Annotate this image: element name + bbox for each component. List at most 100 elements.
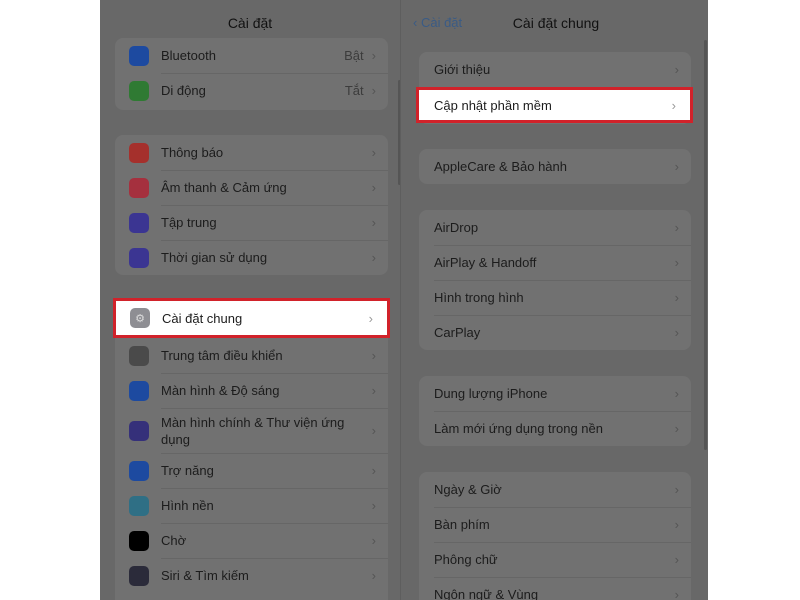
item-label: Siri & Tìm kiếm [161, 568, 249, 583]
settings-item-dung-luong-iphone[interactable]: Dung lượng iPhone › [419, 376, 691, 411]
chevron-right-icon: › [674, 482, 679, 497]
settings-item-bluetooth[interactable]: Bluetooth Bật › [115, 38, 388, 73]
item-label: Chờ [161, 533, 187, 548]
item-label: Di động [161, 83, 206, 98]
settings-item-thong-bao[interactable]: Thông báo › [115, 135, 388, 170]
item-label: Cài đặt chung [162, 310, 243, 326]
item-label: Âm thanh & Cảm ứng [161, 180, 287, 195]
item-label: Trợ năng [161, 463, 214, 478]
chevron-right-icon: › [371, 533, 376, 548]
bluetooth-icon [129, 45, 149, 66]
settings-item-thoi-gian-su-dung[interactable]: Thời gian sử dụng › [115, 240, 388, 275]
item-value: Tắt [344, 83, 364, 98]
settings-item-airdrop[interactable]: AirDrop › [419, 210, 691, 245]
chevron-right-icon: › [371, 463, 376, 478]
general-settings-screen: ‹ Cài đặt Cài đặt chung Giới thiệu › Appl… [400, 0, 708, 600]
scrollbar[interactable] [704, 40, 707, 450]
chevron-right-icon: › [371, 83, 376, 98]
settings-item-tap-trung[interactable]: Tập trung › [115, 205, 388, 240]
chevron-right-icon: › [371, 180, 376, 195]
settings-item-airplay-handoff[interactable]: AirPlay & Handoff › [419, 245, 691, 280]
item-label: Làm mới ứng dụng trong nền [434, 421, 603, 436]
settings-screen: Cài đặt Bluetooth Bật › Di động Tắt › Thông b… [100, 0, 400, 600]
chevron-right-icon: › [368, 310, 373, 326]
chevron-right-icon: › [674, 325, 679, 340]
chevron-right-icon: › [371, 348, 376, 363]
item-label: Giới thiệu [434, 62, 491, 77]
item-label: Trung tâm điều khiển [161, 348, 283, 363]
page-title: Cài đặt chung [512, 15, 600, 31]
cellular-icon [129, 80, 149, 101]
settings-item-phong-chu[interactable]: Phông chữ › [419, 542, 691, 577]
chevron-right-icon: › [371, 48, 376, 63]
page-title: Cài đặt [227, 15, 273, 31]
gear-icon: ⚙ [130, 308, 150, 328]
moon-icon [129, 212, 149, 233]
settings-item-trung-tam-dieu-khien[interactable]: Trung tâm điều khiển › [115, 338, 388, 373]
chevron-right-icon: › [674, 290, 679, 305]
item-label: Hình trong hình [434, 290, 524, 305]
chevron-right-icon: › [371, 215, 376, 230]
control-center-icon [129, 345, 149, 366]
settings-item-gioi-thieu[interactable]: Giới thiệu › [419, 52, 691, 87]
settings-item-am-thanh-cam-ung[interactable]: Âm thanh & Cảm ứng › [115, 170, 388, 205]
chevron-right-icon: › [674, 386, 679, 401]
wallpaper-icon [129, 495, 149, 516]
hourglass-icon [129, 247, 149, 268]
notification-icon [129, 142, 149, 163]
chevron-right-icon: › [371, 568, 376, 583]
chevron-right-icon: › [674, 587, 679, 600]
settings-item-man-hinh-do-sang[interactable]: Màn hình & Độ sáng › [115, 373, 388, 408]
settings-item-carplay[interactable]: CarPlay › [419, 315, 691, 350]
item-label: AirDrop [434, 220, 479, 235]
back-button[interactable]: ‹ Cài đặt [413, 15, 462, 30]
software-update-item[interactable]: Cập nhật phần mềm › [416, 87, 693, 123]
settings-item-di-dong[interactable]: Di động Tắt › [115, 73, 388, 108]
chevron-right-icon: › [671, 97, 676, 113]
item-label: Hình nền [161, 498, 214, 513]
settings-item-hinh-trong-hinh[interactable]: Hình trong hình › [419, 280, 691, 315]
item-label: CarPlay [434, 325, 481, 340]
item-label: Cập nhật phần mềm [434, 97, 552, 113]
settings-item-general[interactable]: ⚙ Cài đặt chung › [113, 298, 390, 338]
chevron-right-icon: › [371, 498, 376, 513]
item-label: Màn hình chính & Thư viện ứng dụng [161, 414, 345, 447]
settings-item-siri-tim-kiem[interactable]: Siri & Tìm kiếm › [115, 558, 388, 593]
sound-icon [129, 177, 149, 198]
settings-item-ngon-ngu-vung[interactable]: Ngôn ngữ & Vùng › [419, 577, 691, 600]
settings-item-applecare-bao-hanh[interactable]: AppleCare & Bảo hành › [419, 149, 691, 184]
settings-item-ngay-gio[interactable]: Ngày & Giờ › [419, 472, 691, 507]
chevron-right-icon: › [371, 145, 376, 160]
settings-item-hinh-nen[interactable]: Hình nền › [115, 488, 388, 523]
item-label: Ngày & Giờ [434, 482, 502, 497]
item-label: Bàn phím [434, 517, 490, 532]
accessibility-icon [129, 460, 149, 481]
chevron-right-icon: › [674, 220, 679, 235]
settings-item-man-hinh-chinh-thu-vien-ung-dung[interactable]: Màn hình chính & Thư viện ứng dụng › [115, 408, 388, 453]
item-value: Bật [344, 48, 364, 63]
settings-item-ban-phim[interactable]: Bàn phím › [419, 507, 691, 542]
group-general: Trung tâm điều khiển › Màn hình & Độ sáng ›… [115, 300, 388, 600]
settings-item-cho[interactable]: Chờ › [115, 523, 388, 558]
chevron-right-icon: › [674, 517, 679, 532]
item-label: Thời gian sử dụng [161, 250, 268, 265]
siri-icon [129, 565, 149, 586]
brightness-icon [129, 380, 149, 401]
chevron-right-icon: › [371, 383, 376, 398]
settings-item-lam-moi-ung-dung-trong-nen[interactable]: Làm mới ứng dụng trong nền › [419, 411, 691, 446]
chevron-right-icon: › [674, 421, 679, 436]
group-datetime: Ngày & Giờ › Bàn phím › Phông chữ › Ngôn ngữ &… [419, 472, 691, 600]
back-label: Cài đặt [420, 15, 463, 30]
settings-item-tro-nang[interactable]: Trợ năng › [115, 453, 388, 488]
group-airdrop: AirDrop › AirPlay & Handoff › Hình trong hìn… [419, 210, 691, 350]
item-label: Tập trung [161, 215, 217, 230]
chevron-right-icon: › [674, 552, 679, 567]
item-label: Màn hình & Độ sáng [161, 383, 280, 398]
item-label: AirPlay & Handoff [434, 255, 537, 270]
group-applecare: AppleCare & Bảo hành › [419, 149, 691, 184]
group-connectivity: Bluetooth Bật › Di động Tắt › [115, 38, 388, 110]
item-label: Thông báo [161, 145, 224, 160]
item-label: Dung lượng iPhone [434, 386, 548, 401]
item-label: Ngôn ngữ & Vùng [434, 587, 539, 600]
item-label: AppleCare & Bảo hành [434, 159, 567, 174]
